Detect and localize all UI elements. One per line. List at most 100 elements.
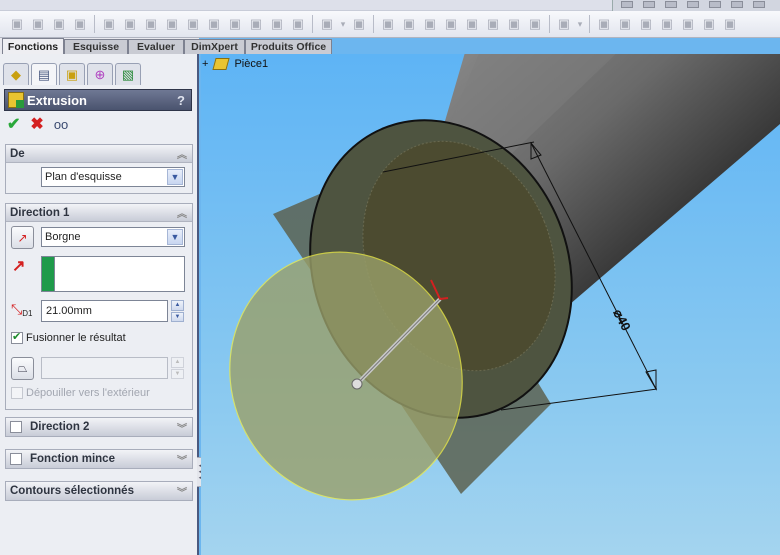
- split-line-icon[interactable]: ▣: [421, 15, 439, 33]
- dimension-label[interactable]: ⌀40: [610, 307, 633, 334]
- move-face-icon[interactable]: ▣: [505, 15, 523, 33]
- direction-arrow-icon: ↗: [12, 258, 26, 275]
- hole-wizard-icon[interactable]: ▣: [121, 15, 139, 33]
- tab-fonctions[interactable]: Fonctions: [2, 38, 64, 54]
- dome-icon[interactable]: ▣: [379, 15, 397, 33]
- expand-icon[interactable]: +: [202, 58, 208, 70]
- toolbar-icon[interactable]: [709, 1, 721, 8]
- fill-pattern-icon[interactable]: ▣: [658, 15, 676, 33]
- checkbox-label: Fusionner le résultat: [26, 332, 126, 344]
- from-group-header[interactable]: De ︽: [6, 145, 192, 163]
- linear-pattern-icon[interactable]: ▣: [318, 15, 336, 33]
- revolved-boss-icon[interactable]: ▣: [29, 15, 47, 33]
- wrap-icon[interactable]: ▣: [350, 15, 368, 33]
- graphics-viewport[interactable]: ⌀40 + Pièce1: [201, 54, 780, 555]
- end-condition-select[interactable]: Borgne ▼: [41, 227, 185, 247]
- expand-icon[interactable]: ︾: [177, 452, 187, 467]
- lofted-boss-icon[interactable]: ▣: [71, 15, 89, 33]
- direction1-group-header[interactable]: Direction 1 ︽: [6, 204, 192, 222]
- draft-angle-input[interactable]: [41, 357, 168, 379]
- reverse-direction-button[interactable]: ↗: [11, 226, 34, 249]
- freeform-icon[interactable]: ▣: [526, 15, 544, 33]
- dropdown-icon[interactable]: ▾: [339, 15, 347, 33]
- indent-icon[interactable]: ▣: [463, 15, 481, 33]
- ok-button[interactable]: ✔: [7, 117, 20, 133]
- draft-outward-checkbox[interactable]: Dépouiller vers l'extérieur: [11, 387, 150, 399]
- feature-manager-tab[interactable]: ◆: [3, 63, 29, 85]
- tab-esquisse[interactable]: Esquisse: [64, 39, 128, 54]
- direction2-group-header[interactable]: Direction 2 ︾: [6, 418, 192, 436]
- fillet-icon[interactable]: ▣: [205, 15, 223, 33]
- chamfer-icon[interactable]: ▣: [226, 15, 244, 33]
- direction2-group[interactable]: Direction 2 ︾: [5, 417, 193, 437]
- toolbar-icon[interactable]: [665, 1, 677, 8]
- checkbox-label: Dépouiller vers l'extérieur: [26, 387, 150, 399]
- collapse-icon[interactable]: ︽: [177, 205, 187, 220]
- shell-icon[interactable]: ▣: [289, 15, 307, 33]
- help-icon[interactable]: ?: [177, 93, 185, 108]
- tab-produits-office[interactable]: Produits Office: [245, 39, 332, 54]
- dimxpert-manager-tab[interactable]: ⊕: [87, 63, 113, 85]
- detailed-preview-button[interactable]: oo: [54, 117, 68, 133]
- cancel-button[interactable]: ✖: [30, 117, 43, 133]
- toolbar-icon[interactable]: [731, 1, 743, 8]
- drag-handle-knob[interactable]: [351, 378, 363, 390]
- chevron-down-icon[interactable]: ▼: [167, 229, 183, 245]
- direction-vector-field[interactable]: [41, 256, 185, 292]
- checkbox[interactable]: [11, 330, 23, 344]
- chevron-down-icon[interactable]: ▼: [167, 169, 183, 185]
- display-icon: ▧: [121, 66, 135, 82]
- depth-spinner[interactable]: ▲ ▼: [171, 300, 184, 322]
- toolbar-icon[interactable]: [753, 1, 765, 8]
- collapse-icon[interactable]: ︽: [177, 146, 187, 161]
- thin-feature-checkbox[interactable]: [10, 453, 22, 465]
- from-group: De ︽ Plan d'esquisse ▼: [5, 144, 193, 194]
- toolbar-icon[interactable]: [621, 1, 633, 8]
- extruded-cut-icon[interactable]: ▣: [100, 15, 118, 33]
- merge-result-checkbox[interactable]: Fusionner le résultat: [11, 330, 126, 344]
- shape-icon[interactable]: ▣: [400, 15, 418, 33]
- deform-icon[interactable]: ▣: [484, 15, 502, 33]
- tab-evaluer[interactable]: Evaluer: [128, 39, 184, 54]
- mirror-icon[interactable]: ▣: [700, 15, 718, 33]
- display-manager-tab[interactable]: ▧: [115, 63, 141, 85]
- circular-pattern-icon[interactable]: ▣: [679, 15, 697, 33]
- part-name[interactable]: Pièce1: [234, 58, 268, 70]
- toolbar-icon[interactable]: [687, 1, 699, 8]
- curves-icon[interactable]: ▣: [555, 15, 573, 33]
- expand-icon[interactable]: ︾: [177, 420, 187, 435]
- toolbar-icon[interactable]: [643, 1, 655, 8]
- direction2-checkbox[interactable]: [10, 421, 22, 433]
- lofted-cut-icon[interactable]: ▣: [184, 15, 202, 33]
- revolved-cut-icon[interactable]: ▣: [142, 15, 160, 33]
- spin-up-icon[interactable]: ▲: [171, 357, 184, 368]
- selected-contours-group[interactable]: Contours sélectionnés ︾: [5, 481, 193, 501]
- draft-spinner[interactable]: ▲ ▼: [171, 357, 184, 379]
- flex-icon[interactable]: ▣: [442, 15, 460, 33]
- draft-toggle-button[interactable]: ⏢: [11, 357, 34, 380]
- spin-down-icon[interactable]: ▼: [171, 311, 184, 322]
- start-condition-select[interactable]: Plan d'esquisse ▼: [41, 167, 185, 187]
- property-manager-tab[interactable]: ▤: [31, 63, 57, 85]
- swept-boss-icon[interactable]: ▣: [50, 15, 68, 33]
- combine-icon[interactable]: ▣: [721, 15, 739, 33]
- depth-input[interactable]: 21.00mm: [41, 300, 168, 322]
- spin-down-icon[interactable]: ▼: [171, 368, 184, 379]
- thin-feature-group-header[interactable]: Fonction mince ︾: [6, 450, 192, 468]
- rib-icon[interactable]: ▣: [247, 15, 265, 33]
- selected-contours-group-header[interactable]: Contours sélectionnés ︾: [6, 482, 192, 500]
- configuration-manager-tab[interactable]: ▣: [59, 63, 85, 85]
- sketch-driven-icon[interactable]: ▣: [616, 15, 634, 33]
- checkbox[interactable]: [11, 387, 23, 399]
- draft-icon[interactable]: ▣: [268, 15, 286, 33]
- draft-icon: ⏢: [17, 361, 28, 375]
- spin-up-icon[interactable]: ▲: [171, 300, 184, 311]
- reference-geometry-icon[interactable]: ▣: [595, 15, 613, 33]
- tab-dimxpert[interactable]: DimXpert: [184, 39, 245, 54]
- swept-cut-icon[interactable]: ▣: [163, 15, 181, 33]
- extruded-boss-icon[interactable]: ▣: [8, 15, 26, 33]
- thin-feature-group[interactable]: Fonction mince ︾: [5, 449, 193, 469]
- dropdown-icon[interactable]: ▾: [576, 15, 584, 33]
- table-driven-icon[interactable]: ▣: [637, 15, 655, 33]
- expand-icon[interactable]: ︾: [177, 484, 187, 499]
